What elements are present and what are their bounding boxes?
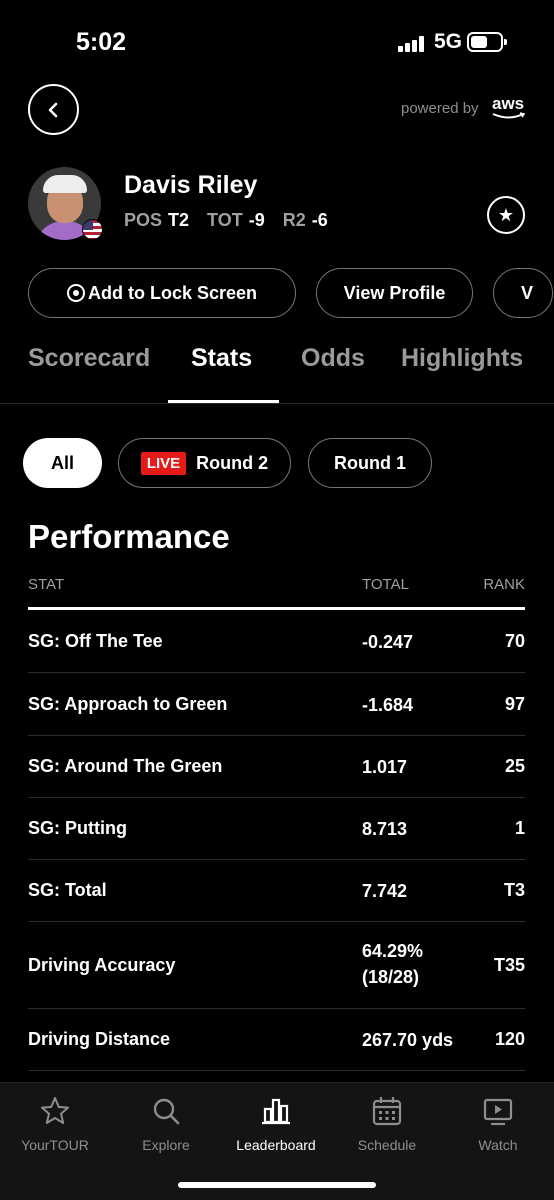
column-header-stat: STAT (28, 576, 65, 593)
table-row[interactable]: SG: Total 7.742 T3 (28, 860, 525, 922)
stat-name: SG: Putting (28, 818, 127, 838)
favorite-button[interactable]: ★ (487, 196, 525, 234)
bar-chart-icon (262, 1098, 290, 1125)
status-bar: 5:02 5G (0, 0, 554, 80)
more-actions-label: V (521, 282, 534, 303)
table-row[interactable]: SG: Off The Tee -0.247 70 (28, 610, 525, 673)
stat-name: Driving Accuracy (28, 955, 176, 975)
stat-name: SG: Total (28, 880, 107, 900)
add-to-lock-screen-button[interactable]: Add to Lock Screen (28, 268, 296, 318)
search-icon (153, 1098, 180, 1125)
stat-total: 8.713 (362, 819, 408, 839)
round-label: R2 (282, 210, 306, 230)
nav-leaderboard-label: Leaderboard (236, 1137, 316, 1153)
nav-schedule-label: Schedule (357, 1137, 417, 1153)
tab-stats[interactable]: Stats (191, 344, 252, 373)
filter-all-label: All (50, 452, 74, 473)
stat-rank: 70 (504, 631, 525, 651)
add-to-lock-screen-label: Add to Lock Screen (87, 282, 258, 303)
tab-highlights[interactable]: Highlights (401, 344, 523, 373)
star-icon (41, 1097, 69, 1124)
position-value: T2 (168, 210, 190, 230)
column-header-rank: RANK (483, 576, 525, 593)
nav-watch-label: Watch (478, 1137, 518, 1153)
nav-yourtour-label: YourTOUR (21, 1137, 89, 1153)
us-flag-icon (82, 219, 103, 240)
stat-rank: T35 (493, 955, 525, 975)
table-row[interactable]: SG: Approach to Green -1.684 97 (28, 673, 525, 736)
aws-smile-icon (492, 112, 526, 119)
stat-rank: T3 (503, 880, 525, 900)
stat-name: Driving Distance (28, 1029, 171, 1049)
calendar-icon (372, 1097, 402, 1126)
stat-total: 7.742 (362, 881, 408, 901)
filter-round-2[interactable]: LIVE Round 2 (118, 438, 291, 488)
live-badge: LIVE (140, 451, 187, 475)
more-actions-button[interactable]: V (493, 268, 553, 318)
stat-rank: 1 (514, 818, 525, 838)
network-type: 5G (434, 30, 463, 53)
nav-explore-label: Explore (142, 1137, 190, 1153)
star-icon: ★ (497, 204, 515, 225)
nav-schedule[interactable]: Schedule (332, 1095, 442, 1153)
battery-icon (467, 32, 507, 52)
stat-total: 267.70 yds (362, 1030, 454, 1050)
status-time: 5:02 (76, 28, 127, 56)
total-value: -9 (248, 210, 265, 230)
filter-all[interactable]: All (23, 438, 102, 488)
table-row[interactable]: SG: Around The Green 1.017 25 (28, 736, 525, 798)
view-profile-label: View Profile (343, 282, 446, 303)
stat-total: -1.684 (362, 695, 414, 715)
view-profile-button[interactable]: View Profile (316, 268, 473, 318)
filter-round-1[interactable]: Round 1 (308, 438, 432, 488)
stat-total-detail: (18/28) (362, 967, 420, 987)
chevron-left-icon (48, 102, 57, 117)
stat-name: SG: Off The Tee (28, 631, 163, 651)
stat-total: 1.017 (362, 757, 408, 777)
filter-round-2-label: Round 2 (196, 452, 269, 473)
stat-total: -0.247 (362, 632, 414, 652)
stat-name: SG: Around The Green (28, 756, 223, 776)
aws-logo: aws (492, 94, 525, 113)
tab-scorecard[interactable]: Scorecard (28, 344, 150, 373)
filter-round-1-label: Round 1 (334, 452, 406, 473)
home-indicator (178, 1182, 376, 1188)
stat-rank: 25 (504, 756, 525, 776)
table-row[interactable]: SG: Putting 8.713 1 (28, 798, 525, 860)
nav-explore[interactable]: Explore (111, 1095, 221, 1153)
player-name: Davis Riley (124, 171, 258, 199)
position-label: POS (124, 210, 163, 230)
nav-yourtour[interactable]: YourTOUR (0, 1095, 110, 1153)
stat-rank: 120 (494, 1029, 525, 1049)
table-row[interactable]: Driving Accuracy 64.29% (18/28) T35 (28, 922, 525, 1009)
divider (0, 403, 554, 404)
column-header-total: TOTAL (362, 576, 409, 593)
lock-screen-icon (66, 284, 85, 302)
table-row[interactable]: Driving Distance 267.70 yds 120 (28, 1009, 525, 1071)
player-summary: POS T2 TOT -9 R2 -6 (124, 210, 346, 231)
tab-bar: Scorecard Stats Odds Highlights (0, 340, 554, 404)
stat-rank: 97 (504, 694, 525, 714)
section-title: Performance (28, 518, 230, 555)
nav-leaderboard[interactable]: Leaderboard (221, 1095, 331, 1153)
tab-odds[interactable]: Odds (301, 344, 365, 373)
signal-icon (398, 36, 426, 52)
stat-total: 64.29% (362, 941, 424, 961)
powered-by-label: powered by (401, 100, 479, 117)
stat-name: SG: Approach to Green (28, 694, 228, 714)
back-button[interactable] (28, 84, 79, 135)
nav-watch[interactable]: Watch (443, 1095, 553, 1153)
round-value: -6 (311, 210, 328, 230)
play-icon (483, 1098, 513, 1126)
total-label: TOT (207, 210, 243, 230)
